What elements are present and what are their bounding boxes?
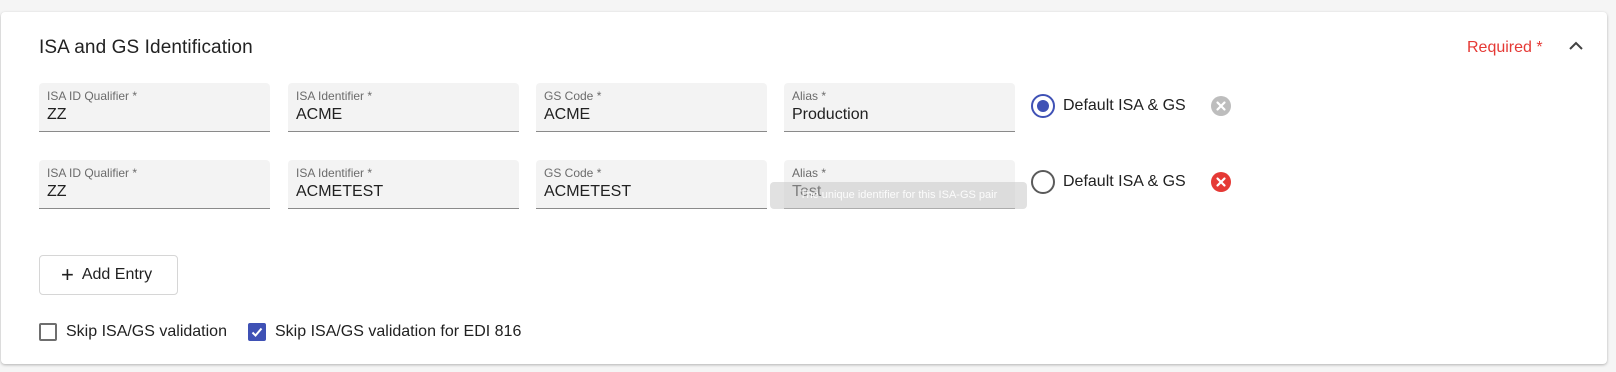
field-label: ISA ID Qualifier * xyxy=(47,89,138,103)
check-icon xyxy=(251,327,263,337)
section-title: ISA and GS Identification xyxy=(39,37,253,58)
skip-validation-edi816-option[interactable]: Skip ISA/GS validation for EDI 816 xyxy=(248,323,521,341)
field-label: Alias * xyxy=(792,166,827,180)
gs-code-input[interactable] xyxy=(544,183,759,201)
default-isa-gs-radio[interactable]: Default ISA & GS xyxy=(1031,170,1186,194)
radio-label: Default ISA & GS xyxy=(1063,97,1186,114)
skip-validation-edi816-checkbox[interactable] xyxy=(248,323,266,341)
required-indicator: Required * xyxy=(1467,39,1543,56)
skip-validation-option[interactable]: Skip ISA/GS validation xyxy=(39,323,227,341)
add-entry-button[interactable]: + Add Entry xyxy=(39,255,178,295)
field-label: GS Code * xyxy=(544,89,602,103)
field-label: ISA Identifier * xyxy=(296,89,373,103)
add-entry-label: Add Entry xyxy=(81,266,153,283)
field-label: ISA Identifier * xyxy=(296,166,373,180)
field-label: Alias * xyxy=(792,89,827,103)
remove-entry-button[interactable] xyxy=(1211,172,1231,192)
checkbox-label: Skip ISA/GS validation xyxy=(66,323,227,340)
isa-identifier-field[interactable]: ISA Identifier * xyxy=(288,83,519,132)
isa-identifier-field[interactable]: ISA Identifier * xyxy=(288,160,519,209)
alias-field[interactable]: Alias * xyxy=(784,83,1015,132)
gs-code-input[interactable] xyxy=(544,106,759,124)
gs-code-field[interactable]: GS Code * xyxy=(536,83,767,132)
skip-validation-checkbox[interactable] xyxy=(39,323,57,341)
remove-circle-icon xyxy=(1211,172,1231,192)
gs-code-field[interactable]: GS Code * xyxy=(536,160,767,209)
remove-circle-icon xyxy=(1211,96,1231,116)
remove-entry-button[interactable] xyxy=(1211,96,1231,116)
isa-identifier-input[interactable] xyxy=(296,106,511,124)
isa-identifier-input[interactable] xyxy=(296,183,511,201)
radio-button-unchecked[interactable] xyxy=(1031,170,1055,194)
alias-input[interactable] xyxy=(792,106,1007,124)
isa-id-qualifier-field[interactable]: ISA ID Qualifier * xyxy=(39,160,270,209)
field-label: ISA ID Qualifier * xyxy=(47,166,138,180)
plus-icon: + xyxy=(61,262,74,287)
isa-id-qualifier-input[interactable] xyxy=(47,106,262,124)
radio-button-checked[interactable] xyxy=(1031,94,1055,118)
chevron-up-icon[interactable] xyxy=(1566,36,1586,56)
radio-label: Default ISA & GS xyxy=(1063,173,1186,190)
field-label: GS Code * xyxy=(544,166,602,180)
alias-tooltip: The unique identifier for this ISA-GS pa… xyxy=(770,182,1027,209)
default-isa-gs-radio[interactable]: Default ISA & GS xyxy=(1031,94,1186,118)
checkbox-label: Skip ISA/GS validation for EDI 816 xyxy=(275,323,522,340)
isa-id-qualifier-input[interactable] xyxy=(47,183,262,201)
isa-id-qualifier-field[interactable]: ISA ID Qualifier * xyxy=(39,83,270,132)
